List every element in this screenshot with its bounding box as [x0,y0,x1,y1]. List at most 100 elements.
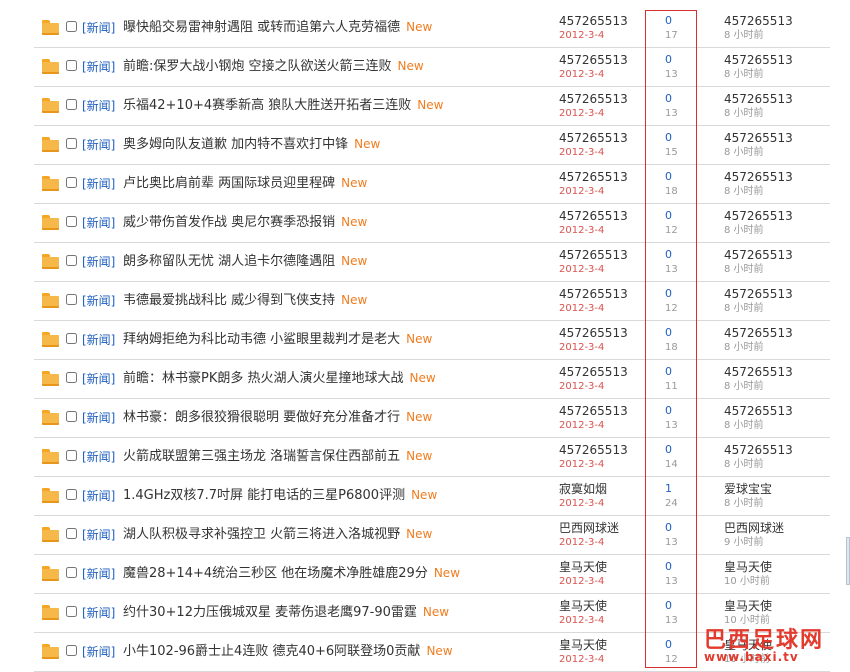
topic-title-link[interactable]: 火箭成联盟第三强主场龙 洛瑞誓言保住西部前五 New [123,448,432,465]
last-reply-user[interactable]: 457265513 [724,404,793,418]
category-link[interactable]: [新闻] [82,177,115,191]
last-reply-user[interactable]: 457265513 [724,365,793,379]
reply-count[interactable]: 0 [665,171,672,183]
category-link[interactable]: [新闻] [82,411,115,425]
category-link[interactable]: [新闻] [82,606,115,620]
topic-checkbox[interactable] [66,606,77,617]
topic-title-link[interactable]: 拜纳姆拒绝为科比动韦德 小鲨眼里裁判才是老大 New [123,331,432,348]
topic-title-link[interactable]: 前瞻：林书豪PK朗多 热火湖人演火星撞地球大战 New [123,370,436,387]
topic-checkbox[interactable] [66,99,77,110]
last-reply-time[interactable]: 8 小时前 [724,420,764,431]
author-link[interactable]: 寂寞如烟 [559,482,607,496]
topic-checkbox[interactable] [66,372,77,383]
reply-count[interactable]: 0 [665,561,672,573]
last-reply-user[interactable]: 457265513 [724,326,793,340]
author-link[interactable]: 皇马天使 [559,599,607,613]
category-link[interactable]: [新闻] [82,333,115,347]
last-reply-time[interactable]: 8 小时前 [724,342,764,353]
topic-checkbox[interactable] [66,528,77,539]
last-reply-time[interactable]: 8 小时前 [724,381,764,392]
reply-count[interactable]: 0 [665,132,672,144]
reply-count[interactable]: 0 [665,288,672,300]
topic-checkbox[interactable] [66,216,77,227]
topic-title-link[interactable]: 湖人队积极寻求补强控卫 火箭三将进入洛城视野 New [123,526,432,543]
category-link[interactable]: [新闻] [82,567,115,581]
last-reply-user[interactable]: 皇马天使 [724,560,772,574]
topic-title-link[interactable]: 朗多称留队无忧 湖人追卡尔德隆遇阻 New [123,253,367,270]
side-scroll-handle[interactable] [846,537,850,585]
category-link[interactable]: [新闻] [82,372,115,386]
topic-title-link[interactable]: 乐福42+10+4赛季新高 狼队大胜送开拓者三连败 New [123,97,443,114]
last-reply-user[interactable]: 457265513 [724,53,793,67]
author-link[interactable]: 457265513 [559,14,628,28]
topic-checkbox[interactable] [66,567,77,578]
author-link[interactable]: 457265513 [559,170,628,184]
topic-checkbox[interactable] [66,138,77,149]
last-reply-user[interactable]: 457265513 [724,14,793,28]
reply-count[interactable]: 0 [665,639,672,651]
topic-title-link[interactable]: 前瞻:保罗大战小钢炮 空接之队欲送火箭三连败 New [123,58,424,75]
reply-count[interactable]: 1 [665,483,672,495]
reply-count[interactable]: 0 [665,444,672,456]
topic-checkbox[interactable] [66,60,77,71]
last-reply-user[interactable]: 457265513 [724,209,793,223]
author-link[interactable]: 457265513 [559,248,628,262]
last-reply-time[interactable]: 8 小时前 [724,69,764,80]
reply-count[interactable]: 0 [665,600,672,612]
last-reply-user[interactable]: 皇马天使 [724,599,772,613]
topic-checkbox[interactable] [66,177,77,188]
last-reply-time[interactable]: 8 小时前 [724,264,764,275]
topic-title-link[interactable]: 魔兽28+14+4统治三秒区 他在场魔术净胜雄鹿29分 New [123,565,460,582]
category-link[interactable]: [新闻] [82,60,115,74]
author-link[interactable]: 457265513 [559,131,628,145]
topic-checkbox[interactable] [66,21,77,32]
reply-count[interactable]: 0 [665,93,672,105]
last-reply-time[interactable]: 8 小时前 [724,147,764,158]
author-link[interactable]: 皇马天使 [559,560,607,574]
reply-count[interactable]: 0 [665,210,672,222]
author-link[interactable]: 457265513 [559,365,628,379]
author-link[interactable]: 457265513 [559,209,628,223]
topic-checkbox[interactable] [66,645,77,656]
category-link[interactable]: [新闻] [82,294,115,308]
author-link[interactable]: 巴西网球迷 [559,521,619,535]
reply-count[interactable]: 0 [665,522,672,534]
last-reply-user[interactable]: 457265513 [724,443,793,457]
topic-checkbox[interactable] [66,255,77,266]
last-reply-user[interactable]: 457265513 [724,92,793,106]
last-reply-user[interactable]: 巴西网球迷 [724,521,784,535]
category-link[interactable]: [新闻] [82,450,115,464]
topic-checkbox[interactable] [66,294,77,305]
reply-count[interactable]: 0 [665,366,672,378]
topic-checkbox[interactable] [66,450,77,461]
author-link[interactable]: 457265513 [559,287,628,301]
author-link[interactable]: 457265513 [559,92,628,106]
topic-title-link[interactable]: 1.4GHz双核7.7吋屏 能打电话的三星P6800评测 New [123,487,437,504]
last-reply-user[interactable]: 爱球宝宝 [724,482,772,496]
topic-title-link[interactable]: 林书豪：朗多很狡猾很聪明 要做好充分准备才行 New [123,409,432,426]
last-reply-time[interactable]: 8 小时前 [724,186,764,197]
reply-count[interactable]: 0 [665,249,672,261]
category-link[interactable]: [新闻] [82,255,115,269]
reply-count[interactable]: 0 [665,405,672,417]
topic-title-link[interactable]: 韦德最爱挑战科比 威少得到飞侠支持 New [123,292,367,309]
topic-title-link[interactable]: 曝快船交易雷神射遇阻 或转而追第六人克劳福德 New [123,19,432,36]
last-reply-user[interactable]: 457265513 [724,131,793,145]
topic-title-link[interactable]: 约什30+12力压俄城双星 麦蒂伤退老鹰97-90雷霆 New [123,604,449,621]
reply-count[interactable]: 0 [665,54,672,66]
author-link[interactable]: 皇马天使 [559,638,607,652]
last-reply-user[interactable]: 457265513 [724,287,793,301]
last-reply-user[interactable]: 457265513 [724,248,793,262]
topic-title-link[interactable]: 小牛102-96爵士止4连败 德克40+6阿联登场0贡献 New [123,643,453,660]
category-link[interactable]: [新闻] [82,216,115,230]
topic-checkbox[interactable] [66,489,77,500]
topic-checkbox[interactable] [66,333,77,344]
last-reply-time[interactable]: 8 小时前 [724,459,764,470]
last-reply-time[interactable]: 8 小时前 [724,498,764,509]
author-link[interactable]: 457265513 [559,53,628,67]
topic-checkbox[interactable] [66,411,77,422]
author-link[interactable]: 457265513 [559,404,628,418]
topic-title-link[interactable]: 威少带伤首发作战 奥尼尔赛季恐报销 New [123,214,367,231]
last-reply-time[interactable]: 10 小时前 [724,576,770,587]
last-reply-time[interactable]: 8 小时前 [724,303,764,314]
